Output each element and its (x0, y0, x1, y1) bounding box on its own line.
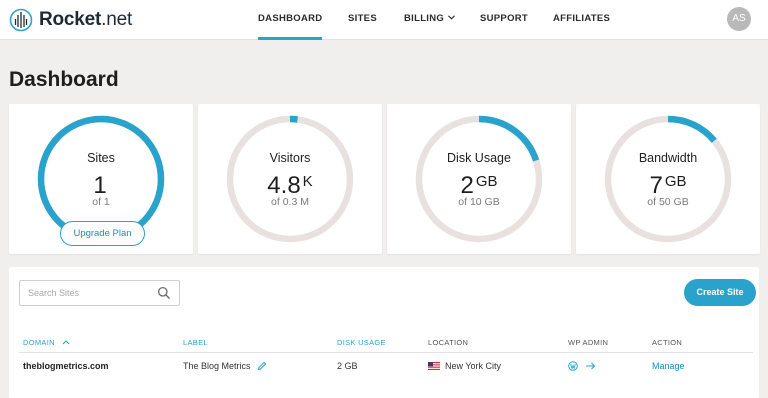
stat-limit: of 1 (92, 196, 110, 208)
sites-panel: Search Sites Create Site DOMAIN LABEL DI… (9, 267, 759, 398)
search-placeholder: Search Sites (28, 288, 80, 298)
stat-limit: of 10 GB (458, 196, 500, 208)
page-title: Dashboard (9, 68, 119, 91)
manage-site-link[interactable]: Manage (652, 361, 685, 372)
column-header-location: LOCATION (428, 338, 469, 347)
chevron-down-icon (448, 15, 455, 20)
upgrade-plan-button[interactable]: Upgrade Plan (60, 221, 145, 246)
stat-card-visitors: Visitors 4.8 K of 0.3 M (198, 104, 382, 254)
user-avatar[interactable]: AS (727, 7, 751, 31)
wp-admin-cell (568, 361, 596, 372)
search-icon[interactable] (157, 286, 171, 300)
stat-label: Visitors (269, 151, 311, 165)
column-header-domain[interactable]: DOMAIN (23, 338, 70, 347)
stat-card-bandwidth: Bandwidth 7 GB of 50 GB (576, 104, 760, 254)
stat-label: Bandwidth (638, 151, 698, 165)
site-label: The Blog Metrics (183, 361, 251, 371)
site-disk-usage: 2 GB (337, 361, 358, 371)
table-header-divider (19, 352, 753, 353)
nav-sites[interactable]: SITES (348, 0, 377, 40)
top-navbar: Rocket.net DASHBOARD SITES BILLING SUPPO… (0, 0, 768, 40)
nav-billing[interactable]: BILLING (404, 0, 455, 40)
stat-card-disk-usage: Disk Usage 2 GB of 10 GB (387, 104, 571, 254)
brand-logo[interactable]: Rocket.net (9, 7, 132, 33)
nav-support[interactable]: SUPPORT (480, 0, 528, 40)
column-header-action: ACTION (652, 338, 683, 347)
site-label-cell: The Blog Metrics (183, 361, 267, 372)
create-site-button[interactable]: Create Site (684, 279, 756, 306)
stat-limit: of 0.3 M (271, 196, 309, 208)
column-header-wp-admin: WP ADMIN (568, 338, 609, 347)
pencil-icon[interactable] (257, 361, 267, 371)
search-sites-input[interactable]: Search Sites (19, 280, 180, 306)
column-header-disk-usage[interactable]: DISK USAGE (337, 338, 386, 347)
nav-billing-label: BILLING (404, 13, 445, 24)
arrow-right-icon[interactable] (585, 361, 596, 371)
stat-label: Sites (87, 151, 115, 165)
stat-label: Disk Usage (447, 151, 511, 165)
site-location-cell: New York City (428, 361, 501, 372)
sort-asc-icon[interactable] (62, 339, 70, 345)
stat-card-sites: Sites 1 of 1 Upgrade Plan (9, 104, 193, 254)
rocket-logo-icon (9, 8, 33, 32)
nav-dashboard[interactable]: DASHBOARD (258, 0, 323, 40)
us-flag-icon (428, 362, 440, 370)
site-location: New York City (445, 361, 502, 371)
column-header-label[interactable]: LABEL (183, 338, 208, 347)
brand-name: Rocket.net (39, 9, 133, 30)
site-domain[interactable]: theblogmetrics.com (23, 361, 109, 372)
wordpress-icon[interactable] (568, 361, 578, 371)
stat-limit: of 50 GB (647, 196, 689, 208)
nav-affiliates[interactable]: AFFILIATES (553, 0, 610, 40)
